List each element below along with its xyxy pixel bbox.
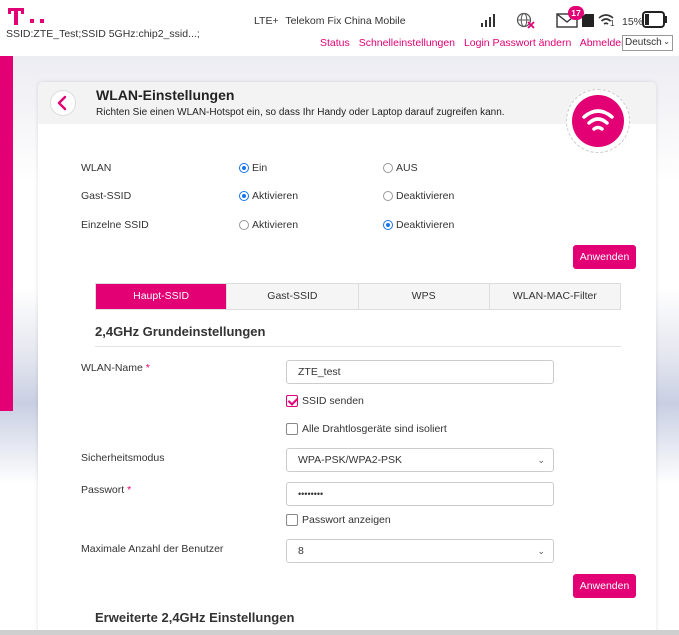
- guest-ssid-label: Gast-SSID: [81, 190, 132, 202]
- language-value: Deutsch: [625, 37, 662, 48]
- required-mark: *: [127, 484, 132, 496]
- ssid-broadcast-label: SSID senden: [302, 395, 364, 407]
- top-bar: SSID:ZTE_Test;SSID 5GHz:chip2_ssid...; L…: [0, 0, 679, 56]
- ssid-broadcast-checkbox[interactable]: SSID senden: [286, 395, 364, 407]
- sim-card-icon: [582, 14, 594, 27]
- radio-dot: [383, 163, 393, 173]
- nav-change-password-link[interactable]: Login Passwort ändern: [464, 37, 571, 49]
- chevron-down-icon: ⌄: [537, 455, 545, 465]
- tab-mac-filter[interactable]: WLAN-MAC-Filter: [490, 284, 620, 309]
- wlan-name-input[interactable]: ZTE_test: [286, 360, 554, 384]
- nav-logout-link[interactable]: Abmelden: [580, 37, 627, 49]
- password-input[interactable]: ••••••••: [286, 482, 554, 506]
- nav-quick-settings-link[interactable]: Schnelleinstellungen: [359, 37, 455, 49]
- top-nav: Status Schnelleinstellungen Login Passwo…: [320, 37, 633, 49]
- guest-ssid-disable-label: Deaktivieren: [396, 190, 455, 202]
- chevron-left-icon: [57, 95, 67, 111]
- security-mode-select[interactable]: WPA-PSK/WPA2-PSK ⌄: [286, 448, 554, 472]
- isolate-label: Alle Drahtlosgeräte sind isoliert: [302, 423, 447, 435]
- apply-basic-button[interactable]: Anwenden: [573, 574, 636, 598]
- tab-guest-ssid[interactable]: Gast-SSID: [227, 284, 359, 309]
- basic-section-title: 2,4GHz Grundeinstellungen: [95, 324, 266, 339]
- section-divider: [95, 346, 621, 347]
- single-ssid-enable-label: Aktivieren: [252, 219, 299, 231]
- security-mode-value: WPA-PSK/WPA2-PSK: [298, 454, 403, 466]
- side-accent-strip: [0, 56, 13, 411]
- chevron-down-icon: ⌄: [663, 37, 670, 46]
- wlan-name-label-text: WLAN-Name: [81, 362, 143, 374]
- internet-disconnected-icon: [516, 12, 535, 29]
- radio-dot: [383, 220, 393, 230]
- wlan-off-label: AUS: [396, 162, 418, 174]
- single-ssid-disable-radio[interactable]: Deaktivieren: [383, 219, 454, 231]
- network-info: LTE+ Telekom Fix China Mobile: [254, 15, 410, 27]
- language-select[interactable]: Deutsch ⌄: [622, 35, 673, 51]
- card-header: WLAN-Einstellungen Richten Sie einen WLA…: [38, 82, 656, 124]
- wlan-settings-card: WLAN-Einstellungen Richten Sie einen WLA…: [38, 82, 656, 635]
- single-ssid-label: Einzelne SSID: [81, 219, 149, 231]
- page-title: WLAN-Einstellungen: [96, 87, 235, 103]
- radio-dot: [239, 163, 249, 173]
- wifi-badge-circle: [572, 95, 624, 147]
- show-password-checkbox[interactable]: Passwort anzeigen: [286, 514, 391, 526]
- checkbox-box: [286, 423, 298, 435]
- required-mark: *: [145, 362, 150, 374]
- radio-dot: [239, 191, 249, 201]
- tab-bar: Haupt-SSID Gast-SSID WPS WLAN-MAC-Filter: [95, 283, 621, 310]
- ssid-info: SSID:ZTE_Test;SSID 5GHz:chip2_ssid...;: [6, 28, 200, 40]
- checkbox-box: [286, 395, 298, 407]
- nav-status-link[interactable]: Status: [320, 37, 350, 49]
- status-icons: 17 1 15%: [478, 6, 674, 32]
- guest-ssid-enable-radio[interactable]: Aktivieren: [239, 190, 298, 202]
- isolate-checkbox[interactable]: Alle Drahtlosgeräte sind isoliert: [286, 423, 447, 435]
- telekom-logo[interactable]: [8, 6, 64, 26]
- guest-ssid-disable-radio[interactable]: Deaktivieren: [383, 190, 454, 202]
- single-ssid-disable-label: Deaktivieren: [396, 219, 455, 231]
- max-users-label: Maximale Anzahl der Benutzer: [81, 543, 224, 555]
- wlan-on-radio[interactable]: Ein: [239, 162, 267, 174]
- wifi-badge: [566, 89, 630, 153]
- battery-percent: 15%: [622, 16, 644, 28]
- max-users-select[interactable]: 8 ⌄: [286, 539, 554, 563]
- apply-button[interactable]: Anwenden: [573, 245, 636, 269]
- operator-name: Telekom Fix China Mobile: [285, 15, 406, 27]
- wlan-label: WLAN: [81, 162, 112, 174]
- network-type: LTE+: [254, 15, 279, 27]
- wlan-name-label: WLAN-Name *: [81, 362, 150, 374]
- guest-ssid-enable-label: Aktivieren: [252, 190, 299, 202]
- password-label: Passwort *: [81, 484, 131, 496]
- page-subtitle: Richten Sie einen WLAN-Hotspot ein, so d…: [96, 107, 505, 118]
- battery-icon: [642, 11, 667, 28]
- checkbox-box: [286, 514, 298, 526]
- bottom-border: [0, 630, 679, 635]
- signal-icon: [481, 14, 495, 27]
- wifi-client-count: 1: [610, 19, 615, 28]
- tab-wps[interactable]: WPS: [359, 284, 490, 309]
- radio-dot: [383, 191, 393, 201]
- tab-main-ssid[interactable]: Haupt-SSID: [96, 284, 228, 309]
- back-button[interactable]: [50, 90, 76, 116]
- single-ssid-enable-radio[interactable]: Aktivieren: [239, 219, 298, 231]
- chevron-down-icon: ⌄: [537, 546, 545, 556]
- show-password-label: Passwort anzeigen: [302, 514, 391, 526]
- wlan-on-label: Ein: [252, 162, 268, 174]
- radio-dot: [239, 220, 249, 230]
- wlan-off-radio[interactable]: AUS: [383, 162, 418, 174]
- advanced-section-title: Erweiterte 2,4GHz Einstellungen: [95, 610, 295, 625]
- max-users-value: 8: [298, 545, 304, 557]
- password-label-text: Passwort: [81, 484, 125, 496]
- security-mode-label: Sicherheitsmodus: [81, 452, 165, 464]
- wifi-icon: [582, 109, 614, 131]
